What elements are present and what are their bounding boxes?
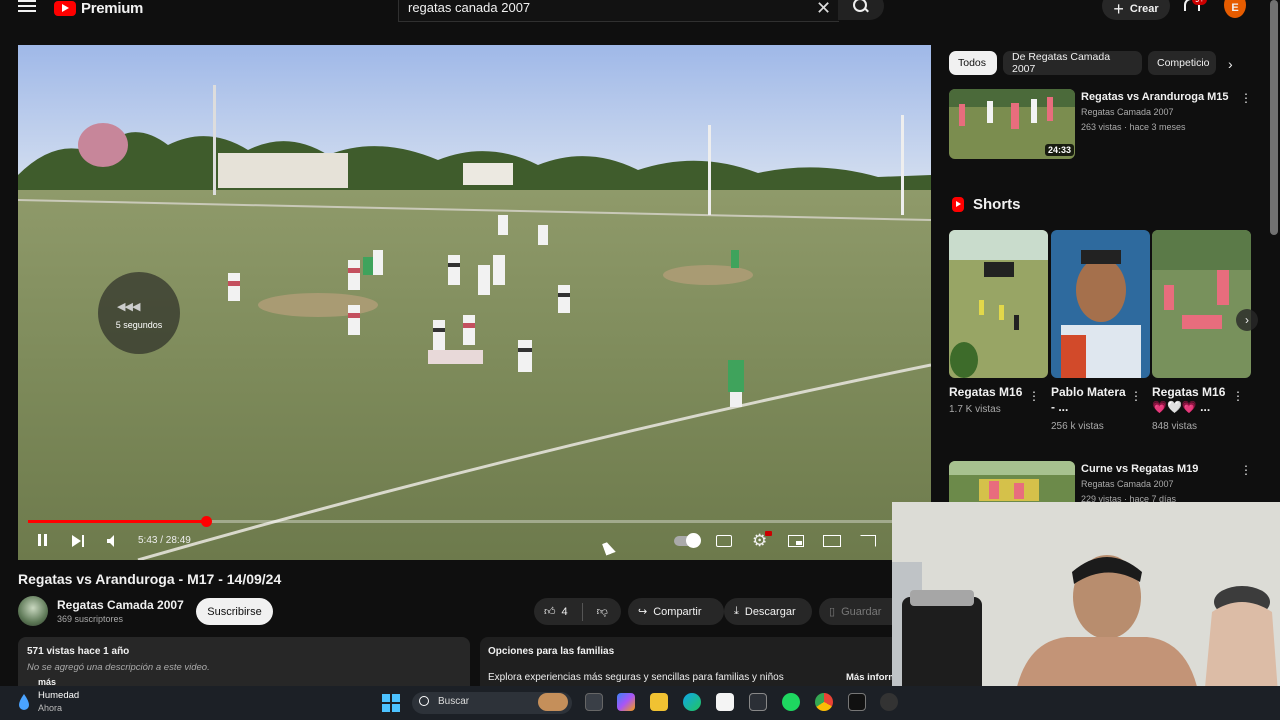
file-explorer-icon[interactable] [650,693,668,711]
more-vert-icon[interactable]: ⋮ [1028,389,1040,403]
share-label: Compartir [653,605,702,618]
more-vert-icon[interactable]: ⋮ [1130,389,1142,403]
like-dislike-group: 👍︎ 4 👎︎ [534,598,621,625]
theater-mode-icon[interactable] [823,535,841,547]
short-thumbnail[interactable] [1152,230,1251,378]
chip-todos[interactable]: Todos [949,51,997,75]
autoplay-knob[interactable] [686,533,701,548]
short-thumbnail[interactable] [949,230,1048,378]
epic-games-icon[interactable] [848,693,866,711]
create-label: Crear [1129,3,1159,15]
seek-back-overlay [98,272,180,354]
menu-icon[interactable] [18,0,36,12]
search-icon [419,696,429,706]
miniplayer-icon[interactable] [788,535,804,547]
description-text: No se agregó una descripción a este vide… [27,662,210,673]
short-title[interactable]: Regatas M16 [949,385,1029,400]
bookmark-icon: ▯ [829,606,836,618]
short-title[interactable]: Regatas M16 💗🤍💗 ... [1152,385,1232,415]
short-views: 1.7 K vistas [949,404,1001,415]
recommendation-channel[interactable]: Regatas Camada 2007 [1081,107,1174,117]
weather-icon[interactable] [14,692,34,712]
share-icon: ↪ [638,606,648,618]
chip-competition[interactable]: Competicio [1148,51,1216,75]
taskbar [0,686,1280,720]
download-label: Descargar [744,605,796,618]
search-highlight-icon[interactable] [538,693,568,711]
family-options-title: Opciones para las familias [488,646,615,657]
short-views: 256 k vistas [1051,421,1104,432]
shorts-heading: Shorts [973,196,1021,213]
search-query[interactable]: regatas canada 2007 [408,0,530,15]
video-duration: 24:33 [1045,144,1075,156]
app-icon[interactable] [880,693,898,711]
pause-icon[interactable] [38,532,50,552]
rewind-icon: ◀ ◀ ◀ [117,301,140,313]
weather-subtitle: Ahora [38,703,63,713]
download-icon: ⤓ [734,605,739,617]
recommendation-meta: 263 vistas · hace 3 meses [1081,122,1186,132]
subscriber-count: 369 suscriptores [57,614,124,624]
like-count[interactable]: 4 [562,606,568,618]
page-scrollbar[interactable] [1270,0,1278,235]
hd-badge [765,531,772,536]
short-thumbnail[interactable] [1051,230,1150,378]
seek-label: 5 segundos [115,320,163,330]
copilot-icon[interactable] [617,693,635,711]
progress-played [28,520,206,523]
thumbs-up-icon[interactable]: 👍︎ [544,605,556,618]
windows-start-icon[interactable] [382,694,400,712]
family-options-text: Explora experiencias más seguras y senci… [488,672,784,683]
channel-avatar[interactable] [18,596,48,626]
cast-icon[interactable] [860,535,876,547]
chevron-right-icon[interactable]: › [1228,56,1233,72]
thumbs-down-icon[interactable]: 👎︎ [597,605,608,618]
short-views: 848 vistas [1152,421,1198,432]
app-icon[interactable] [749,693,767,711]
share-button[interactable]: ↪ Compartir [628,598,724,625]
short-title[interactable]: Pablo Matera - ... [1051,385,1126,415]
recommendation-title[interactable]: Regatas vs Aranduroga M15 [1081,91,1229,103]
view-stats: 571 vistas hace 1 año [27,646,130,657]
subscribe-button[interactable]: Suscribirse [196,598,273,625]
video-title: Regatas vs Aranduroga - M17 - 14/09/24 [18,571,282,587]
edge-icon[interactable] [683,693,701,711]
recommendation-title[interactable]: Curne vs Regatas M19 [1081,463,1198,475]
progress-scrubber[interactable] [200,516,212,527]
captions-icon[interactable] [716,535,732,547]
shorts-icon [952,197,964,212]
create-button[interactable]: + Crear [1102,0,1170,20]
chip-channel[interactable]: De Regatas Camada 2007 [1003,51,1142,75]
brand-label: Premium [81,0,144,17]
close-icon[interactable]: ✕ [816,0,831,19]
download-button[interactable]: ⤓ Descargar [724,598,812,625]
next-icon[interactable] [72,532,84,552]
family-more-link[interactable]: Más inform [846,672,897,683]
weather-title[interactable]: Humedad [38,690,79,701]
store-icon[interactable] [716,693,734,711]
chrome-icon[interactable] [815,693,833,711]
taskbar-search-placeholder[interactable]: Buscar [438,696,469,707]
plus-icon: + [1113,0,1124,19]
youtube-logo[interactable]: Premium [54,0,143,17]
volume-icon[interactable] [107,532,121,552]
spotify-icon[interactable] [782,693,800,711]
save-label: Guardar [841,605,882,618]
task-view-icon[interactable] [585,693,603,711]
more-vert-icon[interactable]: ⋮ [1232,389,1244,403]
time-display: 5:43 / 28:49 [138,535,191,546]
chevron-right-icon[interactable]: › [1236,309,1258,331]
more-vert-icon[interactable]: ⋮ [1240,91,1252,105]
search-icon[interactable] [853,0,867,12]
recommendation-channel[interactable]: Regatas Camada 2007 [1081,479,1174,489]
more-vert-icon[interactable]: ⋮ [1240,463,1252,477]
youtube-play-icon [54,1,76,16]
channel-name[interactable]: Regatas Camada 2007 [57,598,184,612]
